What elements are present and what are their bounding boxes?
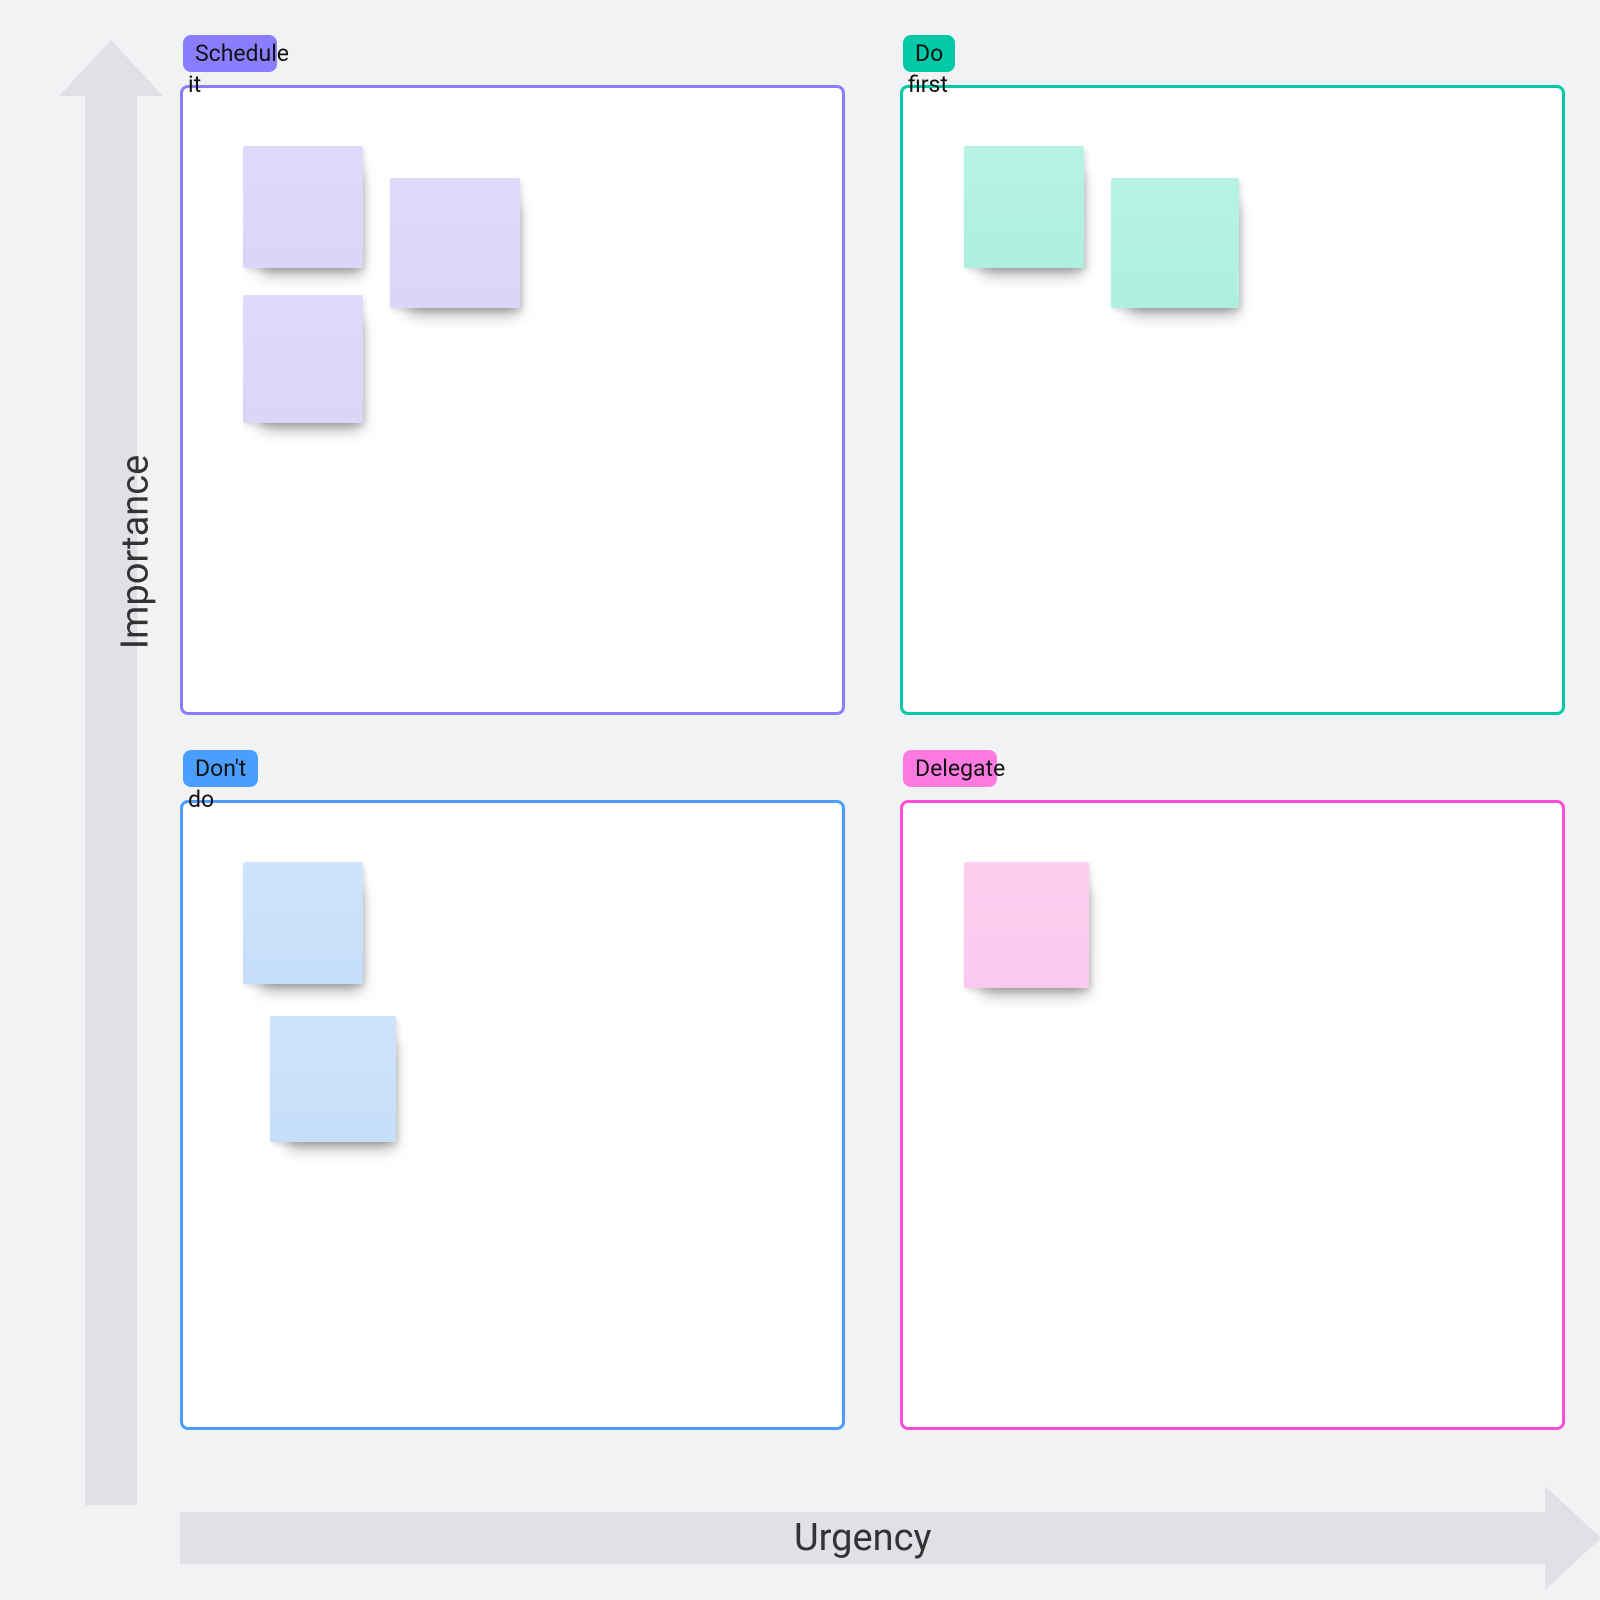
urgency-axis-label: Urgency	[794, 1516, 932, 1560]
quadrant-tab-dont-do[interactable]: Don't	[183, 750, 258, 787]
sticky-note[interactable]	[390, 178, 520, 308]
quadrant-tab-label: Do	[915, 40, 943, 67]
sticky-note[interactable]	[964, 146, 1084, 268]
sticky-note[interactable]	[243, 146, 363, 268]
quadrant-tab-schedule-line2: it	[188, 72, 201, 97]
sticky-note[interactable]	[964, 862, 1089, 988]
quadrant-tab-label: Delegate	[915, 755, 1005, 782]
sticky-note[interactable]	[1111, 178, 1239, 308]
quadrant-tab-label: Schedule	[195, 40, 289, 67]
urgency-axis-arrowhead	[1545, 1486, 1600, 1590]
quadrant-tab-do-first-line2: first	[908, 72, 948, 97]
importance-axis-label: Importance	[113, 455, 157, 650]
importance-axis	[85, 75, 137, 1505]
quadrant-tab-do-first[interactable]: Do	[903, 35, 955, 72]
quadrant-tab-delegate[interactable]: Delegate	[903, 750, 997, 787]
sticky-note[interactable]	[270, 1016, 396, 1142]
quadrant-tab-label: Don't	[195, 755, 246, 782]
quadrant-tab-dont-do-line2: do	[188, 787, 214, 812]
quadrant-tab-schedule[interactable]: Schedule	[183, 35, 277, 72]
sticky-note[interactable]	[243, 295, 363, 423]
sticky-note[interactable]	[243, 862, 363, 984]
